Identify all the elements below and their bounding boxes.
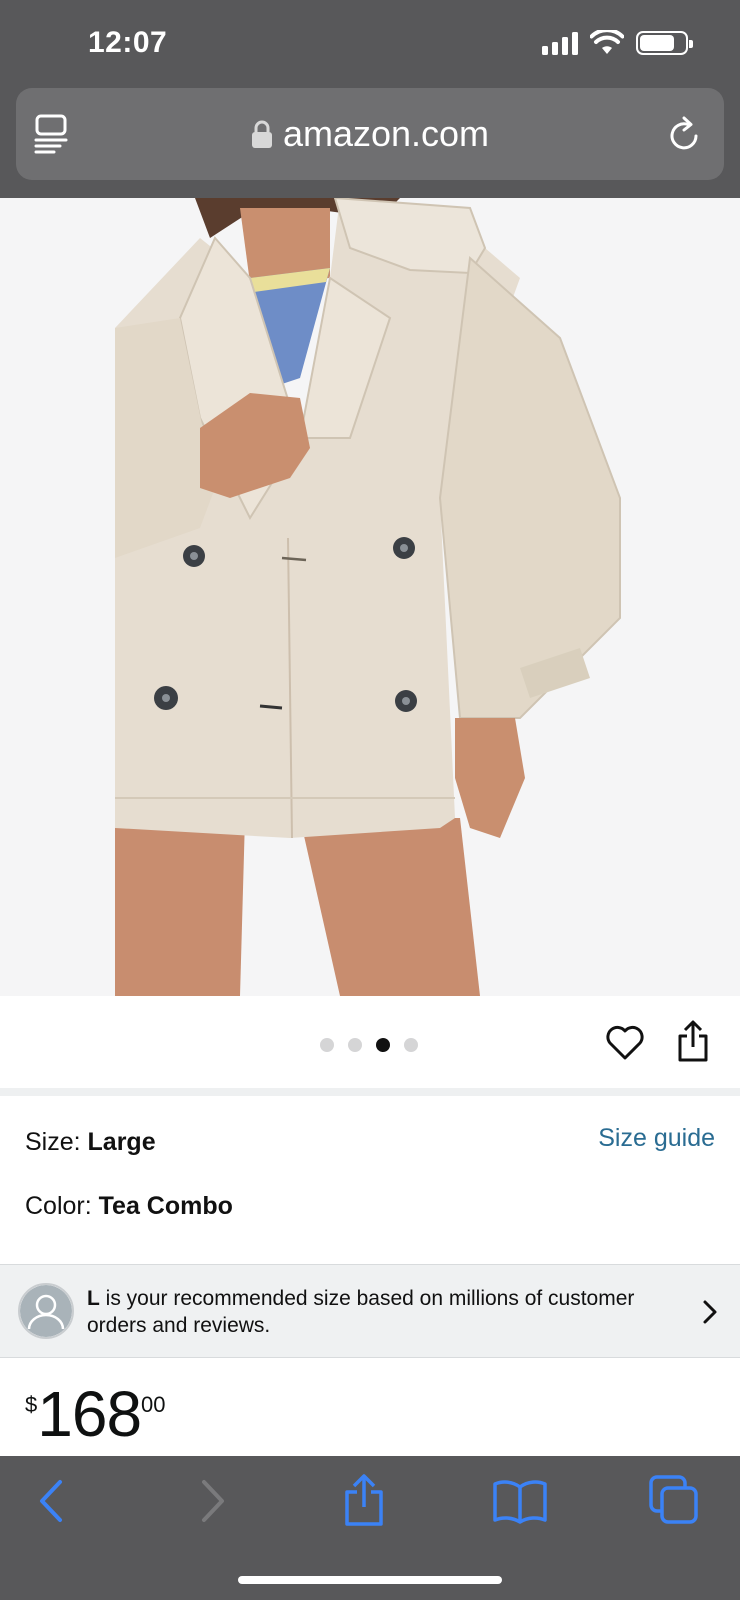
reload-icon[interactable] [666, 114, 704, 154]
carousel-dot[interactable] [348, 1038, 362, 1052]
back-icon[interactable] [36, 1478, 68, 1524]
size-label: Size: [25, 1128, 88, 1156]
carousel-dot[interactable] [404, 1038, 418, 1052]
product-image[interactable] [0, 198, 740, 996]
size-recommendation-banner[interactable]: L is your recommended size based on mill… [0, 1264, 740, 1358]
image-carousel-controls [0, 996, 740, 1088]
url-text[interactable]: amazon.com [283, 113, 489, 155]
product-photo-illustration [0, 198, 740, 996]
price-currency-symbol: $ [25, 1392, 38, 1417]
color-label: Color: [25, 1192, 99, 1220]
battery-icon [636, 31, 693, 55]
heart-icon[interactable] [605, 1024, 645, 1062]
recommendation-message: is your recommended size based on millio… [87, 1287, 635, 1337]
wifi-icon [590, 30, 624, 54]
status-time: 12:07 [88, 26, 168, 59]
size-guide-link[interactable]: Size guide [598, 1124, 715, 1153]
lock-icon [251, 120, 272, 148]
section-divider [0, 1088, 740, 1096]
recommendation-text: L is your recommended size based on mill… [87, 1285, 687, 1339]
size-value: Large [87, 1128, 156, 1156]
home-indicator [238, 1576, 502, 1584]
size-variation[interactable]: Size: Large [25, 1128, 156, 1157]
forward-icon[interactable] [196, 1478, 228, 1524]
carousel-dots[interactable] [320, 1038, 418, 1052]
url-bar[interactable]: amazon.com [16, 88, 724, 180]
carousel-dot[interactable] [320, 1038, 334, 1052]
price-whole: 168 [37, 1378, 142, 1450]
carousel-dot-active[interactable] [376, 1038, 390, 1052]
chevron-right-icon[interactable] [702, 1299, 718, 1325]
color-value: Tea Combo [98, 1192, 233, 1220]
price: $ 168 00 [25, 1376, 166, 1452]
status-icons [542, 30, 693, 56]
bookmarks-icon[interactable] [492, 1478, 548, 1524]
recommended-size: L [87, 1287, 100, 1310]
browser-bottom-toolbar [0, 1456, 740, 1600]
cellular-signal-icon [542, 31, 578, 55]
share-page-icon[interactable] [343, 1474, 385, 1526]
avatar-icon [18, 1283, 74, 1339]
tabs-icon[interactable] [648, 1474, 700, 1526]
price-fraction: 00 [141, 1392, 166, 1417]
share-icon[interactable] [676, 1020, 710, 1062]
browser-top-chrome: 12:07 amazon.com [0, 0, 740, 198]
color-variation[interactable]: Color: Tea Combo [25, 1192, 233, 1221]
